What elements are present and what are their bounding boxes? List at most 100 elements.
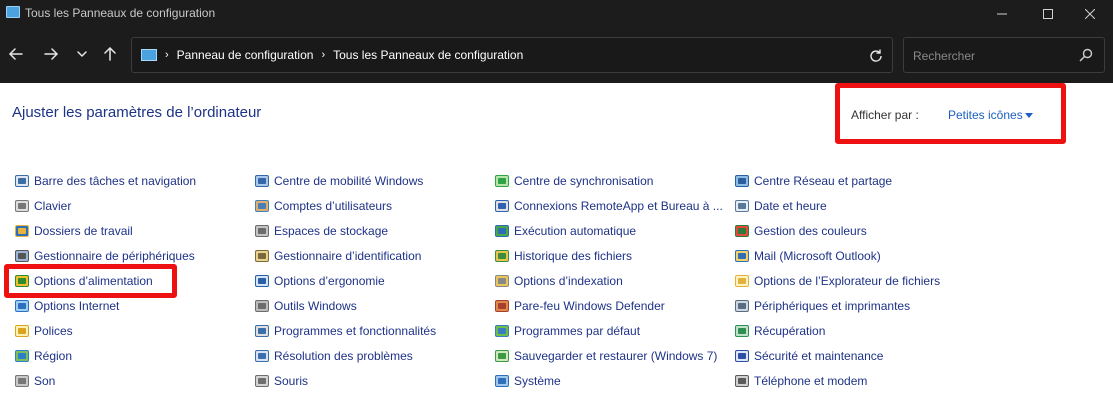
search-icon[interactable] — [1079, 48, 1093, 67]
control-panel-icon — [6, 6, 20, 18]
mouse-icon — [254, 373, 270, 389]
control-panel-item[interactable]: Pare-feu Windows Defender — [494, 297, 665, 315]
view-by-highlight: Afficher par : Petites icônes — [835, 83, 1066, 144]
control-panel-item[interactable]: Région — [14, 347, 72, 365]
breadcrumb: › Panneau de configuration › Tous les Pa… — [163, 48, 523, 62]
control-panel-item[interactable]: Sauvegarder et restaurer (Windows 7) — [494, 347, 717, 365]
control-panel-item-label: Sauvegarder et restaurer (Windows 7) — [514, 349, 718, 363]
work-folders-icon — [14, 223, 30, 239]
control-panel-item[interactable]: Son — [14, 372, 55, 390]
control-panel-item[interactable]: Système — [494, 372, 561, 390]
control-panel-item-label: Sécurité et maintenance — [754, 349, 884, 363]
navigation-bar: › Panneau de configuration › Tous les Pa… — [0, 27, 1113, 83]
explorer-options-icon — [734, 273, 750, 289]
view-by-label: Afficher par : — [851, 108, 919, 122]
file-history-icon — [494, 248, 510, 264]
control-panel-item[interactable]: Espaces de stockage — [254, 222, 388, 240]
control-panel-item[interactable]: Périphériques et imprimantes — [734, 297, 910, 315]
arrow-left-icon — [9, 48, 23, 60]
mobility-center-icon — [254, 173, 270, 189]
caret-down-icon[interactable] — [1025, 113, 1033, 118]
power-options-icon — [14, 273, 30, 289]
control-panel-item[interactable]: Souris — [254, 372, 308, 390]
fonts-icon — [14, 323, 30, 339]
sound-icon — [14, 373, 30, 389]
control-panel-item-label: Comptes d’utilisateurs — [274, 199, 393, 213]
control-panel-item[interactable]: Exécution automatique — [494, 222, 636, 240]
control-panel-item[interactable]: Options de l’Explorateur de fichiers — [734, 272, 940, 290]
control-panel-item[interactable]: Options d’indexation — [494, 272, 623, 290]
chevron-down-icon — [77, 51, 87, 57]
control-panel-item[interactable]: Gestionnaire de périphériques — [14, 247, 195, 265]
control-panel-item[interactable]: Récupération — [734, 322, 825, 340]
control-panel-item-label: Options de l’Explorateur de fichiers — [754, 274, 941, 288]
search-box — [903, 37, 1105, 73]
control-panel-item[interactable]: Programmes et fonctionnalités — [254, 322, 436, 340]
control-panel-item-label: Centre de synchronisation — [514, 174, 654, 188]
control-panel-item-label: Clavier — [34, 199, 72, 213]
view-by-dropdown[interactable]: Petites icônes — [948, 108, 1023, 122]
control-panel-item[interactable]: Polices — [14, 322, 73, 340]
control-panel-item-label: Dossiers de travail — [34, 224, 133, 238]
chevron-right-icon: › — [321, 49, 326, 61]
control-panel-item[interactable]: Outils Windows — [254, 297, 357, 315]
up-button[interactable] — [98, 42, 122, 66]
control-panel-item[interactable]: Historique des fichiers — [494, 247, 632, 265]
control-panel-item[interactable]: Comptes d’utilisateurs — [254, 197, 392, 215]
control-panel-item[interactable]: Centre de mobilité Windows — [254, 172, 423, 190]
control-panel-item[interactable]: Programmes par défaut — [494, 322, 640, 340]
page-title: Ajuster les paramètres de l’ordinateur — [12, 104, 262, 121]
control-panel-item[interactable]: Barre des tâches et navigation — [14, 172, 196, 190]
control-panel-item-label: Pare-feu Windows Defender — [514, 299, 665, 313]
recent-locations-button[interactable] — [70, 42, 94, 66]
device-manager-icon — [14, 248, 30, 264]
search-input[interactable] — [913, 47, 1073, 65]
minimize-button[interactable] — [979, 0, 1025, 27]
forward-button[interactable] — [39, 42, 63, 66]
control-panel-item[interactable]: Sécurité et maintenance — [734, 347, 883, 365]
phone-modem-icon — [734, 373, 750, 389]
control-panel-item[interactable]: Options d’alimentation — [14, 272, 153, 290]
back-button[interactable] — [4, 42, 28, 66]
close-icon — [1085, 8, 1095, 19]
control-panel-item[interactable]: Clavier — [14, 197, 71, 215]
security-maintenance-icon — [734, 348, 750, 364]
maximize-icon — [1043, 8, 1053, 19]
control-panel-item-label: Espaces de stockage — [274, 224, 389, 238]
control-panel-item[interactable]: Options Internet — [14, 297, 119, 315]
storage-spaces-icon — [254, 223, 270, 239]
control-panel-item[interactable]: Date et heure — [734, 197, 827, 215]
breadcrumb-tous-les-panneaux[interactable]: Tous les Panneaux de configuration — [333, 48, 523, 62]
control-panel-item[interactable]: Dossiers de travail — [14, 222, 133, 240]
maximize-button[interactable] — [1025, 0, 1071, 27]
address-bar[interactable]: › Panneau de configuration › Tous les Pa… — [131, 37, 893, 73]
control-panel-item[interactable]: Connexions RemoteApp et Bureau à ... — [494, 197, 723, 215]
control-panel-item-label: Son — [34, 374, 56, 388]
refresh-button[interactable] — [866, 46, 886, 66]
control-panel-item-label: Options d’ergonomie — [274, 274, 385, 288]
user-accounts-icon — [254, 198, 270, 214]
default-programs-icon — [494, 323, 510, 339]
control-panel-item-label: Polices — [34, 324, 73, 338]
control-panel-item-label: Téléphone et modem — [754, 374, 868, 388]
control-panel-item-label: Exécution automatique — [514, 224, 637, 238]
minimize-icon — [997, 13, 1007, 14]
breadcrumb-panneau-de-configuration[interactable]: Panneau de configuration — [177, 48, 314, 62]
control-panel-item[interactable]: Centre de synchronisation — [494, 172, 653, 190]
recovery-icon — [734, 323, 750, 339]
control-panel-item[interactable]: Options d’ergonomie — [254, 272, 385, 290]
control-panel-item-label: Options Internet — [34, 299, 120, 313]
sync-center-icon — [494, 173, 510, 189]
control-panel-item-label: Centre Réseau et partage — [754, 174, 893, 188]
control-panel-item[interactable]: Gestion des couleurs — [734, 222, 867, 240]
close-button[interactable] — [1067, 0, 1113, 27]
refresh-icon — [870, 49, 882, 62]
control-panel-item[interactable]: Gestionnaire d’identification — [254, 247, 421, 265]
control-panel-item[interactable]: Téléphone et modem — [734, 372, 867, 390]
control-panel-item[interactable]: Résolution des problèmes — [254, 347, 413, 365]
control-panel-item-label: Mail (Microsoft Outlook) — [754, 249, 881, 263]
control-panel-item[interactable]: Mail (Microsoft Outlook) — [734, 247, 881, 265]
system-icon — [494, 373, 510, 389]
control-panel-item[interactable]: Centre Réseau et partage — [734, 172, 892, 190]
keyboard-icon — [14, 198, 30, 214]
